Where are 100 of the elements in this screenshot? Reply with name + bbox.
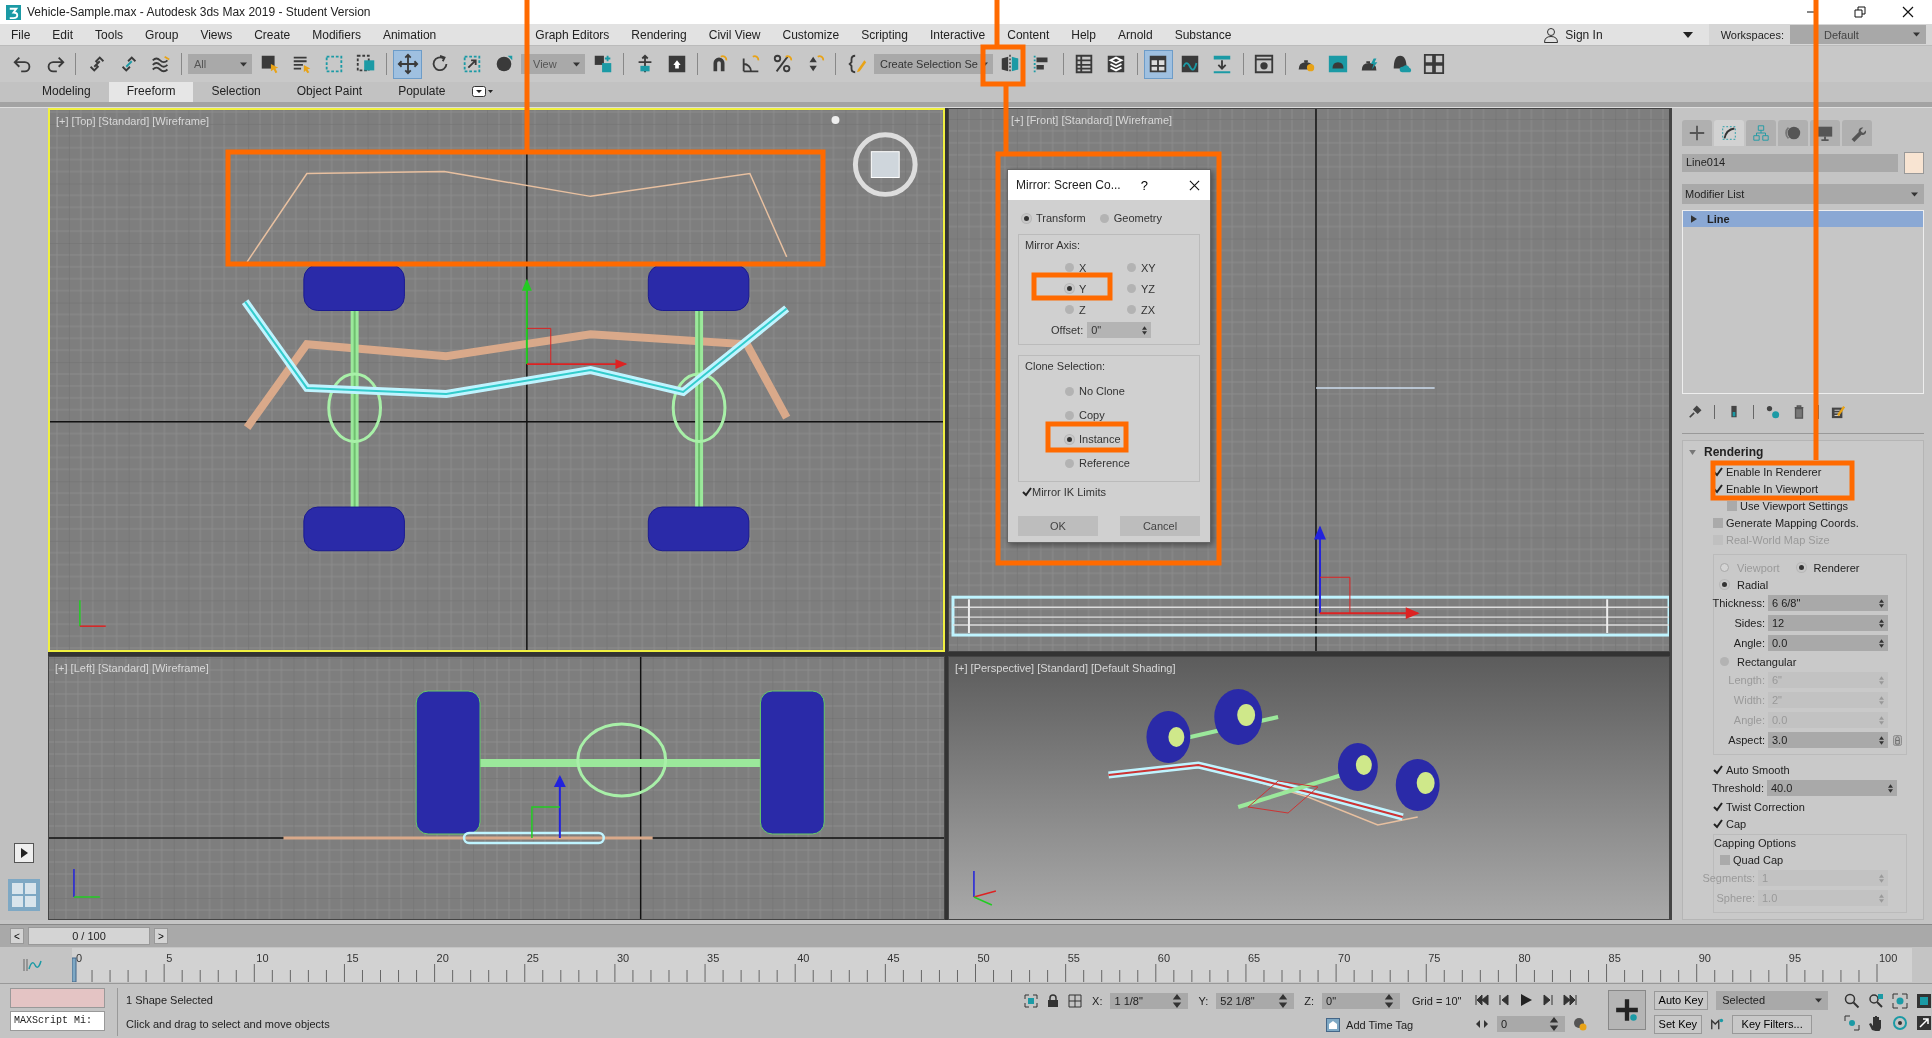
radio-button[interactable] bbox=[1022, 213, 1031, 223]
hand-icon[interactable] bbox=[1868, 1015, 1884, 1031]
key-mode-icon[interactable] bbox=[1710, 1017, 1725, 1031]
help-button[interactable]: ? bbox=[1140, 177, 1148, 193]
set-key-button[interactable]: Set Key bbox=[1653, 1014, 1703, 1034]
radio-button[interactable] bbox=[1065, 410, 1074, 420]
radio-button[interactable] bbox=[1065, 305, 1074, 314]
viewport[interactable]: [+] [Perspective] [Standard] [Default Shading] bbox=[948, 656, 1670, 920]
modifier-stack-item[interactable]: Line bbox=[1683, 211, 1923, 227]
ribbon-options-icon[interactable] bbox=[471, 86, 494, 98]
radio-button[interactable] bbox=[1065, 263, 1074, 272]
create-plus-icon-tab[interactable] bbox=[1682, 120, 1712, 146]
coordinate-field[interactable]: 0" bbox=[1322, 992, 1401, 1009]
menu-item[interactable]: Modifiers bbox=[312, 27, 361, 42]
coordinate-field[interactable]: 52 1/8" bbox=[1216, 992, 1295, 1009]
close-icon[interactable] bbox=[1189, 179, 1200, 191]
close-icon[interactable] bbox=[1902, 6, 1914, 18]
menu-item[interactable]: Interactive bbox=[929, 27, 986, 42]
radio-button[interactable] bbox=[1065, 386, 1074, 396]
go-to-start-icon[interactable] bbox=[1475, 992, 1490, 1007]
next-frame-button[interactable]: > bbox=[154, 928, 168, 944]
spinner-field[interactable]: 0.0 bbox=[1768, 635, 1888, 651]
ribbon-tab[interactable]: Object Paint bbox=[278, 82, 381, 102]
time-slider-thumb[interactable]: 0 / 100 bbox=[28, 927, 150, 945]
menu-item[interactable]: Content bbox=[1007, 27, 1050, 42]
checkbox[interactable] bbox=[1713, 466, 1723, 477]
next-frame-icon[interactable] bbox=[1541, 992, 1556, 1007]
radio-button[interactable] bbox=[1099, 213, 1109, 223]
object-color-swatch[interactable] bbox=[1904, 152, 1924, 174]
spinner-arrows-icon[interactable] bbox=[1879, 638, 1884, 648]
ribbon-tab[interactable]: Freeform bbox=[108, 82, 194, 102]
menu-item[interactable]: Arnold bbox=[1117, 27, 1153, 42]
spinner-field[interactable]: 6 6/8" bbox=[1768, 595, 1888, 611]
sign-in-button[interactable]: Sign In bbox=[1543, 26, 1603, 43]
spinner-arrows-icon[interactable] bbox=[1888, 783, 1893, 793]
menu-item[interactable]: Customize bbox=[782, 27, 840, 42]
checkbox[interactable] bbox=[1713, 818, 1723, 829]
menu-item[interactable]: Group bbox=[145, 27, 179, 42]
move-gizmo[interactable] bbox=[1314, 525, 1420, 620]
pin-icon[interactable] bbox=[1688, 405, 1702, 419]
key-filters-button[interactable]: Key Filters... bbox=[1732, 1014, 1813, 1034]
restore-icon[interactable] bbox=[1854, 6, 1866, 18]
viewport-label[interactable]: [+] [Perspective] [Standard] [Default Shading] bbox=[955, 662, 1176, 674]
menu-item[interactable]: Scripting bbox=[861, 27, 908, 42]
toolbar-dropdown[interactable]: Create Selection Se bbox=[874, 54, 993, 74]
maxscript-field[interactable]: MAXScript Mi: bbox=[10, 1011, 105, 1031]
set-keys-button[interactable] bbox=[1607, 990, 1646, 1030]
maximize-viewport-icon[interactable] bbox=[1916, 1015, 1932, 1031]
menu-item[interactable]: Substance bbox=[1174, 27, 1232, 42]
orbit-icon[interactable] bbox=[1892, 1015, 1908, 1031]
object-name-field[interactable]: Line014 bbox=[1682, 154, 1898, 172]
ribbon-toggle-button[interactable] bbox=[1143, 49, 1173, 79]
radio-button[interactable] bbox=[1720, 580, 1729, 589]
checkbox[interactable] bbox=[1720, 854, 1730, 865]
ribbon-tab[interactable]: Populate bbox=[380, 82, 464, 102]
radio-button[interactable] bbox=[1065, 458, 1074, 468]
menu-item[interactable]: Tools bbox=[95, 27, 124, 42]
previous-frame-button[interactable]: < bbox=[10, 928, 24, 944]
listener-field[interactable] bbox=[10, 988, 105, 1008]
modifier-list-dropdown[interactable]: Modifier List bbox=[1682, 184, 1924, 204]
menu-item[interactable]: Animation bbox=[382, 27, 437, 42]
menu-item[interactable]: Edit bbox=[52, 27, 74, 42]
collapse-arrow-icon[interactable] bbox=[1689, 449, 1696, 455]
zoom-icon[interactable] bbox=[1844, 993, 1860, 1009]
menu-item[interactable]: Civil View bbox=[708, 27, 761, 42]
frame-ruler[interactable]: 0 5 10 15 20 25 30 35 40 45 50 55 60 65 70 75 80 85 90 95 100 bbox=[72, 948, 1912, 982]
checkbox[interactable] bbox=[1727, 500, 1737, 511]
menu-item[interactable]: Create bbox=[254, 27, 291, 42]
radio-button[interactable] bbox=[1127, 305, 1136, 314]
radio-button[interactable] bbox=[1065, 284, 1074, 293]
previous-frame-icon[interactable] bbox=[1497, 992, 1512, 1007]
field-of-view-icon[interactable] bbox=[1844, 1015, 1860, 1031]
make-unique-icon[interactable] bbox=[1766, 405, 1780, 419]
add-time-tag-button[interactable]: Add Time Tag bbox=[1326, 1017, 1414, 1032]
caret-icon[interactable] bbox=[1682, 31, 1693, 38]
spinner-arrows-icon[interactable] bbox=[1879, 618, 1884, 628]
dialog-button[interactable]: OK bbox=[1018, 516, 1098, 536]
radio-button[interactable] bbox=[1127, 263, 1136, 272]
spinner-field[interactable]: 12 bbox=[1768, 615, 1888, 631]
coordinate-field[interactable]: 1 1/8" bbox=[1110, 992, 1189, 1009]
ribbon-tab[interactable]: Selection bbox=[193, 82, 279, 102]
move-button[interactable] bbox=[393, 49, 422, 79]
radio-button[interactable] bbox=[1127, 284, 1136, 293]
radio-button[interactable] bbox=[1796, 563, 1806, 572]
play-icon[interactable] bbox=[1519, 992, 1534, 1007]
play-icon[interactable] bbox=[14, 843, 34, 863]
menu-item[interactable]: Rendering bbox=[631, 27, 687, 42]
rollout-title[interactable]: Rendering bbox=[1704, 445, 1764, 459]
checkbox[interactable] bbox=[1022, 487, 1032, 497]
current-frame-marker[interactable] bbox=[72, 957, 77, 982]
modify-curve-icon-tab[interactable] bbox=[1714, 120, 1744, 146]
absolute-mode-icon[interactable] bbox=[1068, 993, 1083, 1008]
checkbox[interactable] bbox=[1713, 517, 1723, 528]
checkbox[interactable] bbox=[1713, 483, 1723, 494]
radio-button[interactable] bbox=[1065, 434, 1074, 444]
viewcube-icon[interactable] bbox=[831, 115, 918, 197]
checkbox[interactable] bbox=[1713, 801, 1723, 812]
auto-key-button[interactable]: Auto Key bbox=[1653, 990, 1709, 1010]
checkbox[interactable] bbox=[1713, 764, 1723, 775]
go-to-end-icon[interactable] bbox=[1563, 992, 1578, 1007]
